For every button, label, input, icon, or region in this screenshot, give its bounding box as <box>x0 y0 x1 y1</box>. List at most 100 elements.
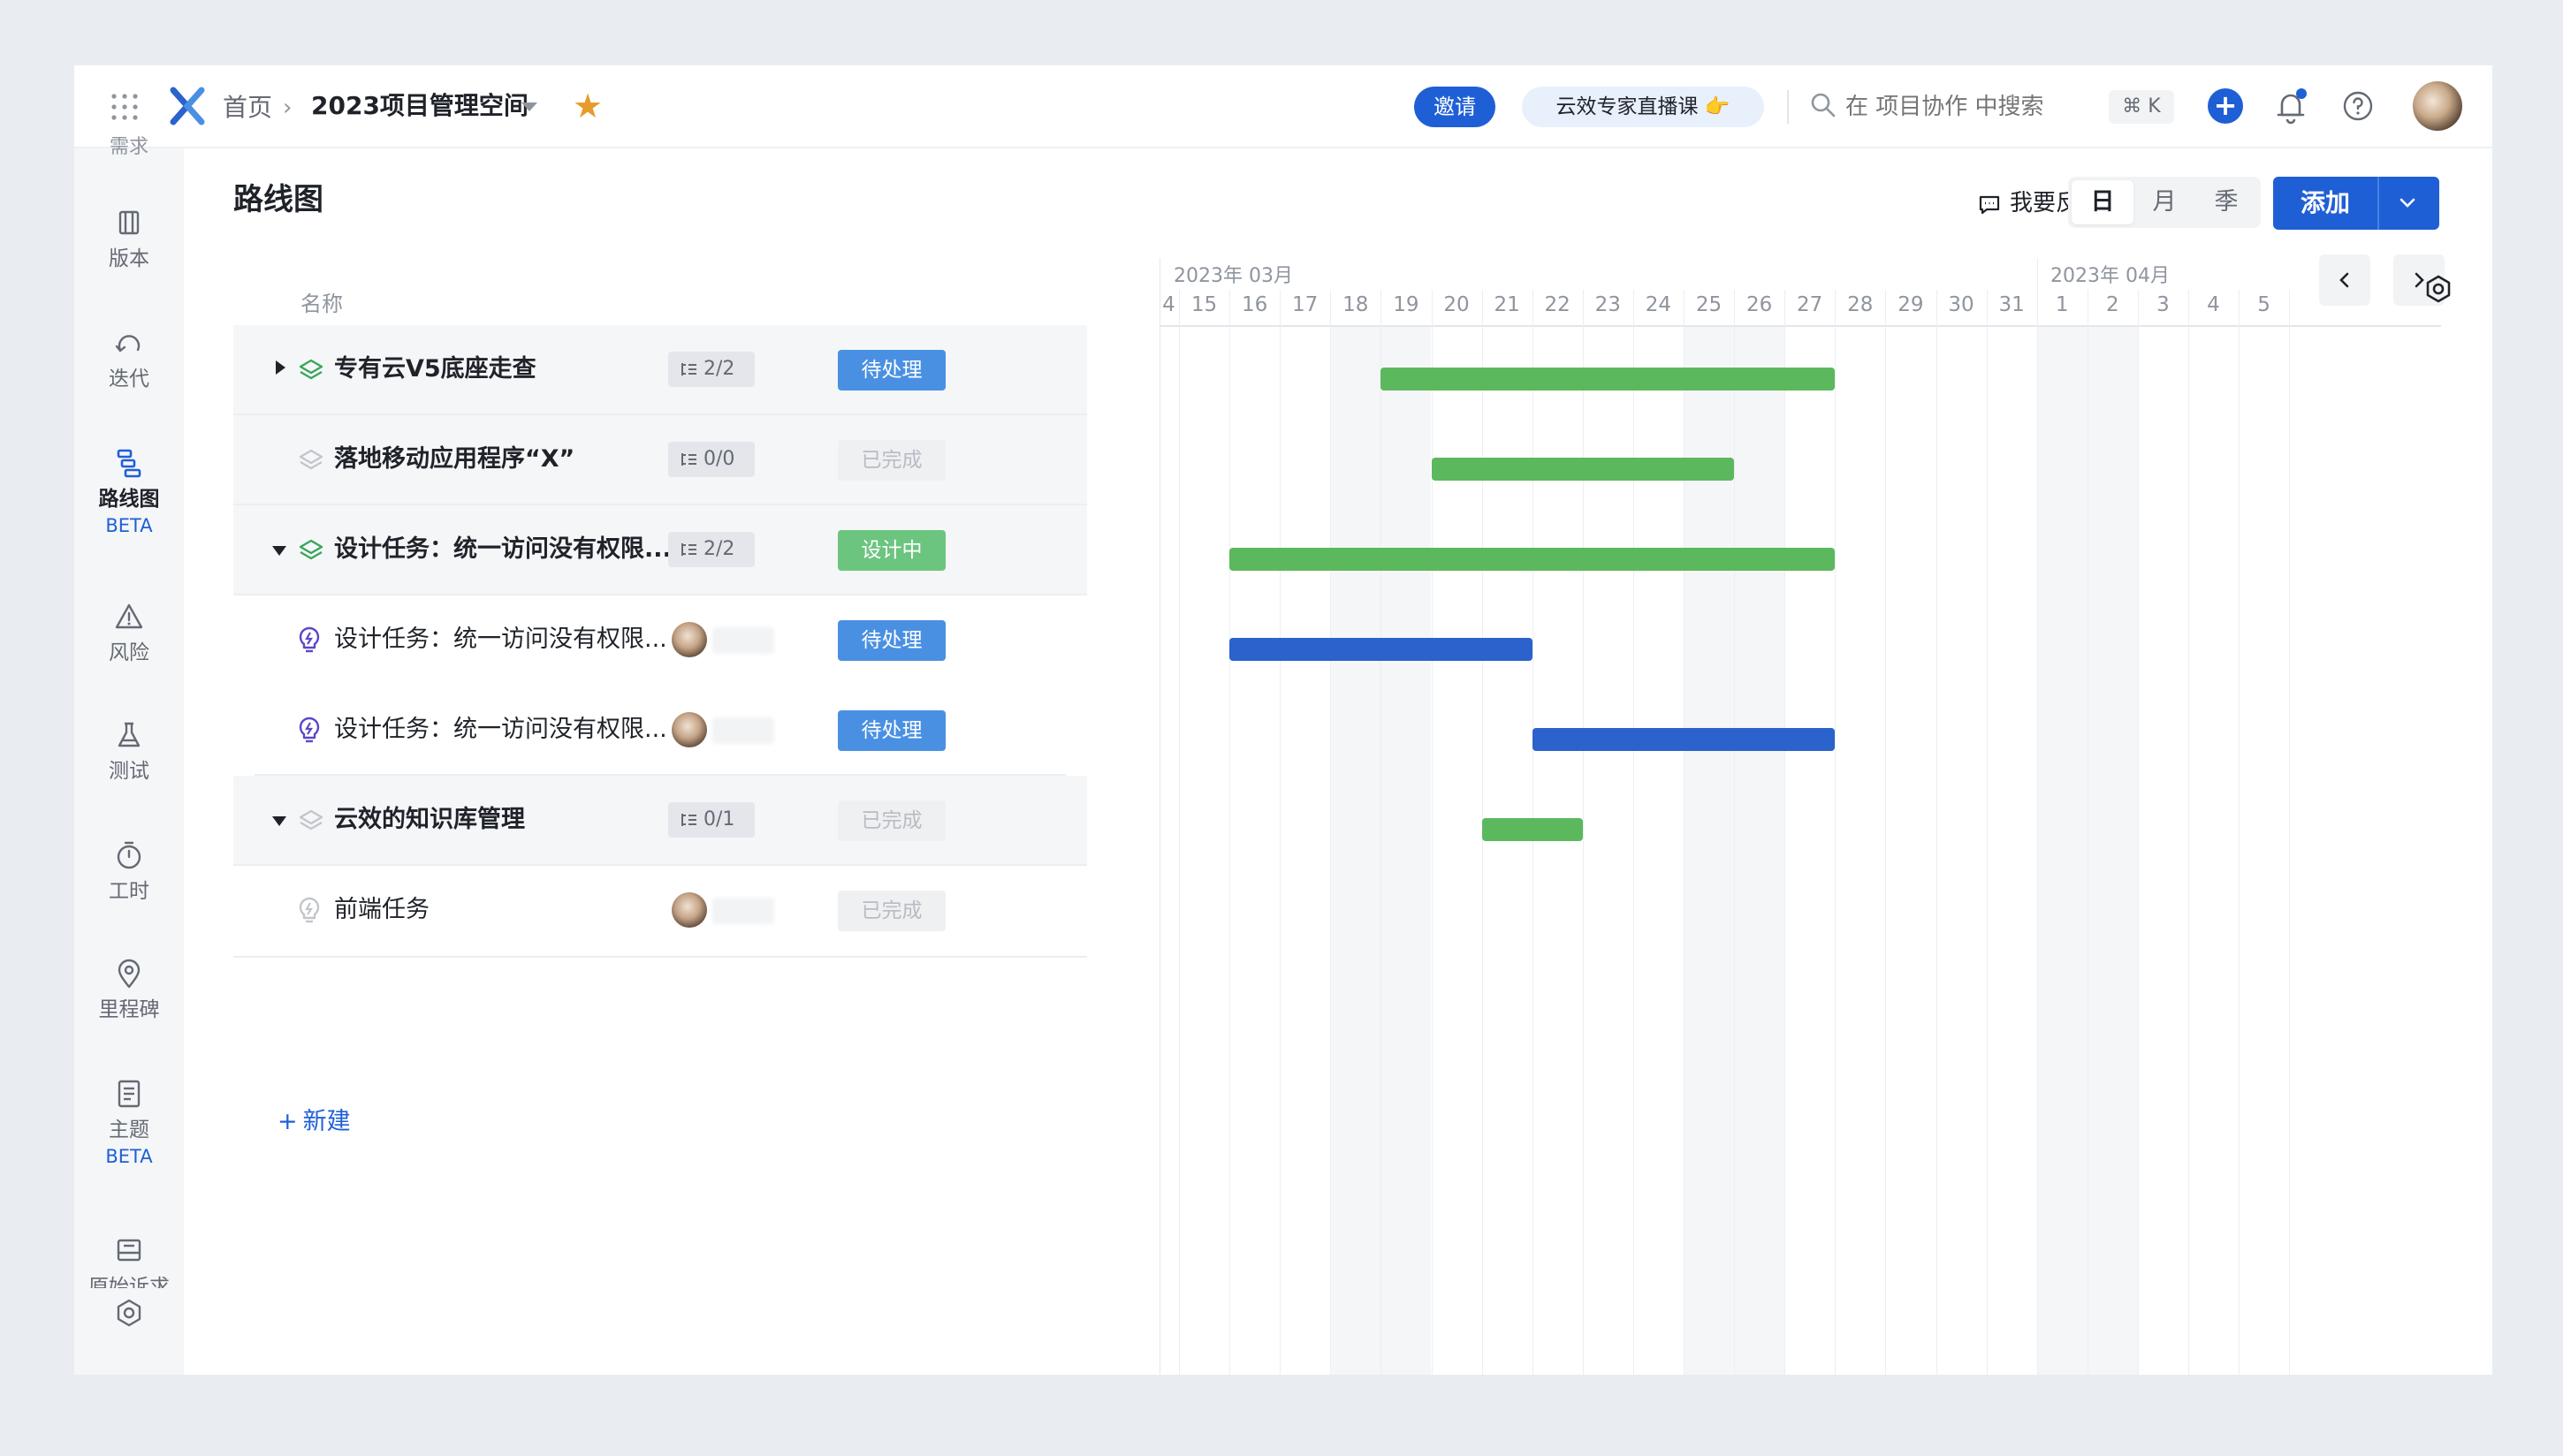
day-grid-line <box>2188 290 2189 1375</box>
table-row[interactable]: 设计任务：统一访问没有权限... 待处理 <box>255 686 1066 776</box>
gantt-settings-icon[interactable] <box>2423 274 2453 304</box>
expand-arrow-icon[interactable] <box>276 360 285 375</box>
table-row[interactable]: 前端任务 已完成 <box>255 866 1066 956</box>
table-row[interactable]: 落地移动应用程序“X” 0/0 已完成 <box>233 415 1087 505</box>
sidebar-item-iteration[interactable]: 迭代 <box>74 327 184 424</box>
row-name[interactable]: 专有云V5底座走查 <box>334 352 536 387</box>
roadmap-icon <box>117 449 141 478</box>
gantt-bar[interactable] <box>1380 368 1836 391</box>
sidebar-item-milestone[interactable]: 里程碑 <box>74 958 184 1055</box>
top-bar: 首页 › 2023项目管理空间 ★ 邀请 云效专家直播课 👉 ⌘ K + <box>74 65 2492 148</box>
app-grid-icon[interactable] <box>110 92 140 122</box>
status-badge[interactable]: 待处理 <box>838 710 946 751</box>
layers-gray-icon <box>299 809 323 830</box>
row-name[interactable]: 设计任务：统一访问没有权限... <box>334 622 667 657</box>
user-avatar[interactable] <box>2413 81 2462 131</box>
sidebar-item-risk[interactable]: 风险 <box>74 601 184 698</box>
status-badge[interactable]: 设计中 <box>838 530 946 571</box>
assignee-name-redacted <box>712 717 774 744</box>
live-course-button[interactable]: 云效专家直播课 👉 <box>1522 87 1764 127</box>
project-dropdown-caret-icon[interactable] <box>521 102 537 111</box>
sidebar-item-label: 路线图 <box>98 488 160 511</box>
sidebar-item-requirements-partial[interactable]: 需求 <box>74 136 184 159</box>
sidebar-item-timesheet[interactable]: 工时 <box>74 839 184 937</box>
timer-icon <box>117 841 141 869</box>
gantt-bar[interactable] <box>1481 818 1583 841</box>
breadcrumb-project[interactable]: 2023项目管理空间 <box>311 88 529 124</box>
status-badge[interactable]: 已完成 <box>838 891 946 931</box>
gantt-bar[interactable] <box>1229 548 1836 571</box>
breadcrumb-home[interactable]: 首页 <box>223 90 272 125</box>
time-scale-toggle: 日 月 季 <box>2068 177 2261 228</box>
assignee-avatar[interactable] <box>672 712 707 747</box>
day-grid-line <box>2289 290 2291 1375</box>
create-plus-icon[interactable]: + <box>2208 88 2243 124</box>
search-icon[interactable] <box>1810 92 1837 118</box>
day-grid-line <box>1582 290 1584 1375</box>
day-label: 17 <box>1292 293 1319 316</box>
sidebar-item-test[interactable]: 测试 <box>74 719 184 816</box>
test-flask-icon <box>118 722 141 747</box>
new-item-link[interactable]: + 新建 <box>278 1104 351 1140</box>
notification-bell-icon[interactable] <box>2273 87 2308 125</box>
subtask-list-icon <box>681 363 696 375</box>
sidebar-item-roadmap[interactable]: 路线图 BETA <box>74 447 184 562</box>
chevron-down-icon[interactable] <box>2397 194 2418 212</box>
sidebar-item-label: 版本 <box>109 247 149 270</box>
day-grid-line <box>2239 290 2240 1375</box>
day-grid-line <box>1179 290 1180 1375</box>
settings-gear-icon[interactable] <box>113 1297 145 1329</box>
scale-quarter-button[interactable]: 季 <box>2195 180 2257 224</box>
table-row[interactable]: 设计任务：统一访问没有权限... 待处理 <box>255 595 1066 686</box>
weekend-column-shade <box>1330 327 1381 1375</box>
app-window: 首页 › 2023项目管理空间 ★ 邀请 云效专家直播课 👉 ⌘ K + 需求 <box>74 65 2492 1375</box>
collapse-arrow-icon[interactable] <box>272 816 286 826</box>
divider <box>233 956 1087 958</box>
invite-button[interactable]: 邀请 <box>1414 87 1495 127</box>
table-row[interactable]: 云效的知识库管理 0/1 已完成 <box>233 776 1087 866</box>
idea-bulb-gray-icon <box>299 897 320 923</box>
collapse-arrow-icon[interactable] <box>272 546 286 556</box>
sidebar-item-theme[interactable]: 主题 BETA <box>74 1078 184 1193</box>
gantt-chart: 2023年 03月 2023年 04月 4 15 16 17 18 19 20 21 22 23 2… <box>1160 254 2451 1375</box>
row-name[interactable]: 云效的知识库管理 <box>334 802 525 838</box>
sidebar-item-original-request[interactable]: 原始诉求 <box>74 1235 184 1288</box>
day-label: 20 <box>1443 293 1470 316</box>
day-grid-line <box>1632 290 1634 1375</box>
favorite-star-icon[interactable]: ★ <box>573 88 603 124</box>
scale-day-button[interactable]: 日 <box>2072 180 2133 224</box>
row-name[interactable]: 设计任务：统一访问没有权限... <box>334 712 667 747</box>
idea-bulb-icon <box>299 626 320 653</box>
status-badge[interactable]: 已完成 <box>838 440 946 481</box>
day-grid-line <box>1280 290 1282 1375</box>
status-badge[interactable]: 待处理 <box>838 350 946 391</box>
status-badge[interactable]: 待处理 <box>838 620 946 661</box>
row-name[interactable]: 落地移动应用程序“X” <box>334 442 574 477</box>
assignee-avatar[interactable] <box>672 622 707 657</box>
gantt-bar[interactable] <box>1229 638 1532 661</box>
feedback-message-icon <box>1979 195 2000 215</box>
add-button[interactable]: 添加 <box>2273 177 2439 230</box>
gantt-bar[interactable] <box>1431 458 1735 481</box>
status-badge[interactable]: 已完成 <box>838 800 946 841</box>
day-label: 29 <box>1898 293 1924 316</box>
sidebar-item-label: 主题 <box>109 1119 149 1141</box>
gantt-prev-button[interactable] <box>2319 254 2370 306</box>
day-label: 24 <box>1645 293 1672 316</box>
subtask-count: 0/1 <box>703 808 735 830</box>
scale-month-button[interactable]: 月 <box>2133 180 2195 224</box>
assignee-avatar[interactable] <box>672 892 707 928</box>
plus-icon: + <box>278 1108 298 1135</box>
sidebar-item-version[interactable]: 版本 <box>74 207 184 304</box>
day-label: 21 <box>1494 293 1520 316</box>
version-icon <box>118 210 140 235</box>
search-input[interactable] <box>1845 87 2066 127</box>
row-name[interactable]: 前端任务 <box>334 892 430 928</box>
weekend-column-shade <box>2036 327 2088 1375</box>
yunxiao-logo-icon[interactable] <box>170 87 205 125</box>
table-row[interactable]: 设计任务：统一访问没有权限... 2/2 设计中 <box>233 505 1087 595</box>
table-row[interactable]: 专有云V5底座走查 2/2 待处理 <box>233 325 1087 415</box>
row-name[interactable]: 设计任务：统一访问没有权限... <box>334 532 672 567</box>
gantt-bar[interactable] <box>1532 728 1836 751</box>
help-icon[interactable] <box>2342 90 2374 122</box>
